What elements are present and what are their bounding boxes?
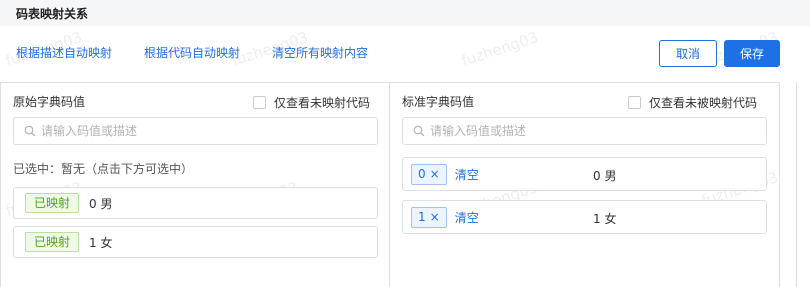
auto-map-by-description-link[interactable]: 根据描述自动映射 — [16, 44, 112, 61]
source-search-box[interactable] — [13, 117, 378, 145]
code-label: 0 男 — [89, 196, 113, 211]
scroll-gutter — [796, 82, 810, 287]
mapped-badge: 已映射 — [25, 193, 80, 213]
clear-mapping-link[interactable]: 清空 — [455, 166, 479, 183]
list-item[interactable]: 0 × 清空 0 男 — [402, 157, 767, 191]
mapped-code-tag: 0 × — [411, 163, 447, 185]
code-label: 1 女 — [89, 235, 113, 250]
clear-all-mappings-link[interactable]: 清空所有映射内容 — [272, 44, 368, 61]
list-item[interactable]: 已映射 0 男 — [13, 187, 378, 219]
source-dictionary-panel: 原始字典码值 仅查看未映射代码 已选中：暂无（点击下方可选中） 已映射 0 男 … — [0, 82, 390, 287]
code-value: 1 — [418, 210, 426, 224]
auto-map-by-code-link[interactable]: 根据代码自动映射 — [144, 44, 240, 61]
header-bar: 码表映射关系 — [0, 0, 810, 26]
search-icon — [413, 125, 425, 137]
watermark: fuzheng03 — [459, 28, 541, 70]
standard-panel-title: 标准字典码值 — [402, 95, 475, 109]
standard-search-box[interactable] — [402, 117, 767, 145]
source-panel-title: 原始字典码值 — [13, 95, 86, 109]
checkbox-icon[interactable] — [253, 96, 266, 109]
close-icon[interactable]: × — [430, 167, 440, 181]
cancel-button[interactable]: 取消 — [659, 40, 717, 67]
code-label: 0 男 — [593, 169, 617, 183]
list-item[interactable]: 1 × 清空 1 女 — [402, 200, 767, 234]
code-value: 0 — [418, 167, 426, 181]
source-search-input[interactable] — [41, 124, 341, 138]
standard-search-input[interactable] — [430, 124, 730, 138]
clear-mapping-link[interactable]: 清空 — [455, 209, 479, 226]
show-unreferenced-only-checkbox[interactable]: 仅查看未被映射代码 — [628, 94, 757, 111]
mapped-code-tag: 1 × — [411, 206, 447, 228]
show-unmapped-only-checkbox[interactable]: 仅查看未映射代码 — [253, 94, 370, 111]
standard-dictionary-panel: 标准字典码值 仅查看未被映射代码 0 × 清空 0 男 1 × 清空 1 女 — [390, 82, 780, 287]
list-item[interactable]: 已映射 1 女 — [13, 226, 378, 258]
checkbox-label: 仅查看未映射代码 — [274, 96, 371, 110]
selected-status-text: 已选中：暂无（点击下方可选中） — [13, 162, 194, 176]
search-icon — [24, 125, 36, 137]
checkbox-icon[interactable] — [628, 96, 641, 109]
mapped-badge: 已映射 — [25, 232, 80, 252]
checkbox-label: 仅查看未被映射代码 — [649, 96, 758, 110]
save-button[interactable]: 保存 — [724, 40, 780, 67]
page-title: 码表映射关系 — [16, 7, 89, 21]
close-icon[interactable]: × — [430, 210, 440, 224]
code-label: 1 女 — [593, 212, 617, 226]
